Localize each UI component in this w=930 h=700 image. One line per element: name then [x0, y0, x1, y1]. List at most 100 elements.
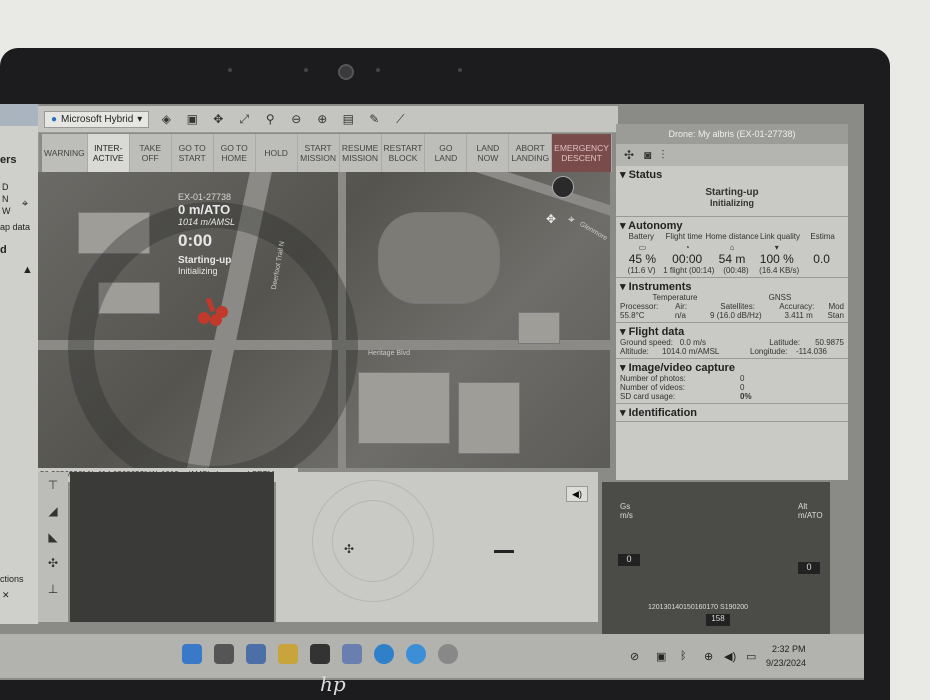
pin-icon[interactable]: ⚲ — [261, 110, 279, 128]
compass-icon[interactable] — [552, 176, 574, 198]
folder-icon[interactable] — [278, 644, 298, 664]
ruler-icon[interactable]: ⟋ — [391, 110, 409, 128]
command-button[interactable]: GO LAND — [425, 134, 468, 172]
photo-count: 0 — [740, 374, 745, 383]
range-ring — [332, 500, 414, 582]
map-target-icon[interactable]: ⌖ — [568, 212, 575, 227]
satellites: 9 (16.0 dB/Hz) — [710, 311, 762, 320]
search-icon[interactable] — [214, 644, 234, 664]
clock-date[interactable]: 9/23/2024 — [766, 658, 806, 668]
expand-icon[interactable]: ⤢ — [235, 110, 253, 128]
command-button[interactable]: GO TO HOME — [214, 134, 256, 172]
edge-icon[interactable] — [374, 644, 394, 664]
sensor-dot — [228, 68, 232, 72]
close-icon[interactable]: ✕ — [2, 590, 10, 601]
drone-side-icon — [494, 550, 514, 553]
map-layer-select[interactable]: ● Microsoft Hybrid ▾ — [44, 110, 150, 128]
instruments-section: ▾ Instruments Temperature GNSS Processor:… — [616, 278, 848, 323]
command-button[interactable]: HOLD — [256, 134, 298, 172]
flight-data-section: ▾ Flight data Ground speed: 0.0 m/s Latitu… — [616, 323, 848, 359]
taskbar: ⊘ ▣ ᛒ ⊕ ◀) ▭ 2:32 PM 9/23/2024 — [0, 634, 864, 678]
gimbal-left-icon[interactable]: ◢ — [38, 498, 68, 524]
north-arrow-icon[interactable]: ▲ — [22, 264, 33, 276]
layers-icon[interactable]: ◈ — [157, 110, 175, 128]
hud-status: Starting-up — [178, 255, 232, 266]
app-tray-icon[interactable]: ▣ — [656, 650, 666, 663]
drone-hud: EX-01-27738 0 m/ATO 1014 m/AMSL 0:00 Sta… — [178, 192, 268, 276]
cube-icon[interactable]: ▣ — [183, 110, 201, 128]
battery-icon[interactable]: ▭ — [746, 650, 756, 663]
autonomy-value: 00:00 — [672, 252, 703, 266]
map-view[interactable]: Deerfoot Trail N Heritage Blvd Glenmore … — [38, 172, 610, 468]
left-tab-bar[interactable] — [0, 104, 38, 126]
signal-icon: ▾ — [774, 243, 779, 252]
globe-icon[interactable]: ⊕ — [704, 650, 713, 663]
left-bottom-label: ctions — [0, 574, 24, 584]
autonomy-section: ▾ Autonomy Battery Flight time Home distan… — [616, 217, 848, 278]
gimbal-down-icon[interactable]: ⊤ — [38, 472, 68, 498]
speaker-button[interactable]: ◀) — [566, 486, 588, 502]
sliders-icon[interactable]: ⫶ — [661, 148, 664, 163]
wifi-off-icon[interactable]: ⊘ — [630, 650, 639, 663]
command-button[interactable]: TAKE OFF — [130, 134, 172, 172]
volume-icon[interactable]: ◀) — [724, 650, 736, 663]
command-button[interactable]: START MISSION — [298, 134, 340, 172]
gimbal-level-icon[interactable]: ⊥ — [38, 576, 68, 602]
command-button[interactable]: WARNING — [42, 134, 88, 172]
target-icon[interactable]: ⌖ — [22, 198, 28, 211]
autonomy-sub: (11.6 V) — [627, 266, 656, 275]
left-item[interactable]: D — [2, 182, 9, 192]
left-item[interactable]: N — [2, 194, 9, 204]
select-icon[interactable]: ▤ — [339, 110, 357, 128]
street-label: Heritage Blvd — [368, 350, 411, 357]
battery-icon: ▭ — [638, 243, 647, 252]
primary-flight-display: Gs m/s 0 Alt m/ATO 0 120130140150160170 … — [602, 482, 830, 642]
pfd-gs-label: Gs m/s — [620, 502, 633, 520]
autonomy-label: Estima — [810, 232, 835, 241]
browser-icon[interactable] — [406, 644, 426, 664]
app-icon[interactable] — [342, 644, 362, 664]
map-layer-name: Microsoft Hybrid — [61, 113, 134, 125]
autonomy-sub: 1 flight (00:14) — [663, 266, 715, 275]
left-item[interactable]: W — [2, 206, 11, 216]
move-icon[interactable]: ✥ — [209, 110, 227, 128]
sensor-dot — [304, 68, 308, 72]
globe-icon: ● — [51, 113, 58, 125]
command-button[interactable]: RESTART BLOCK — [382, 134, 426, 172]
app-icon[interactable] — [438, 644, 458, 664]
left-item[interactable]: ap data — [0, 222, 30, 232]
command-bar: WARNING INTER- ACTIVE TAKE OFF GO TO START G… — [42, 134, 612, 172]
command-button[interactable]: RESUME MISSION — [340, 134, 382, 172]
gimbal-right-icon[interactable]: ◣ — [38, 524, 68, 550]
zoom-in-icon[interactable]: ⊕ — [313, 110, 331, 128]
ground-speed: 0.0 m/s — [679, 338, 706, 347]
command-button[interactable]: INTER- ACTIVE — [87, 134, 130, 172]
drone-icon[interactable]: ✣ — [38, 550, 68, 576]
map-move-icon[interactable]: ✥ — [546, 212, 556, 226]
building — [458, 382, 520, 454]
building-cluster — [378, 212, 500, 304]
zoom-out-icon[interactable]: ⊖ — [287, 110, 305, 128]
command-button[interactable]: ABORT LANDING — [509, 134, 553, 172]
clock-time[interactable]: 2:32 PM — [772, 644, 806, 654]
draw-icon[interactable]: ✎ — [365, 110, 383, 128]
camera-icon[interactable]: ◙ — [644, 148, 651, 162]
map-toolbar: ● Microsoft Hybrid ▾ ◈ ▣ ✥ ⤢ ⚲ ⊖ ⊕ ▤ ✎ ⟋ — [38, 106, 618, 133]
autonomy-sub: (00:48) — [723, 266, 749, 275]
road — [460, 172, 610, 217]
autonomy-value: 0.0 — [813, 252, 830, 266]
drone-icon[interactable]: ✣ — [624, 148, 634, 162]
attitude-view: ✣ — [276, 472, 598, 622]
app-icon[interactable] — [310, 644, 330, 664]
pfd-alt-value: 0 — [798, 562, 820, 574]
drone-marker-icon[interactable] — [196, 298, 230, 328]
sensor-dot — [376, 68, 380, 72]
command-button[interactable]: GO TO START — [172, 134, 214, 172]
app-icon[interactable] — [246, 644, 266, 664]
command-button[interactable]: LAND NOW — [467, 134, 510, 172]
drone-top-icon: ✣ — [344, 542, 355, 556]
autonomy-value: 54 m — [718, 252, 746, 266]
start-icon[interactable] — [182, 644, 202, 664]
bluetooth-icon[interactable]: ᛒ — [680, 650, 687, 662]
command-button[interactable]: EMERGENCY DESCENT — [552, 134, 612, 172]
